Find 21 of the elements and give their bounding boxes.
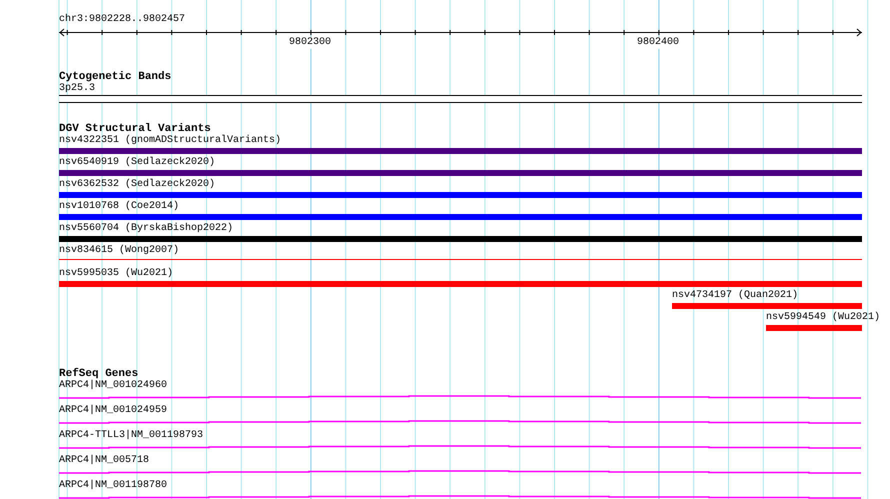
variant-label: nsv834615 (Wong2007): [59, 245, 180, 257]
variant-label: nsv5994549 (Wu2021): [766, 312, 880, 324]
variant-label: nsv4322351 (gnomADStructuralVariants): [59, 135, 282, 147]
variant-label: nsv4734197 (Quan2021): [672, 290, 798, 302]
gene-label: ARPC4|NM_001198780: [59, 480, 168, 492]
band-label: 3p25.3: [59, 83, 96, 95]
region-label: chr3:9802228..9802457: [59, 14, 186, 26]
track-title: DGV Structural Variants: [59, 123, 211, 135]
track-title: Cytogenetic Bands: [59, 71, 172, 83]
ruler-tick-label: 9802400: [637, 37, 679, 49]
gene-label: ARPC4|NM_001024960: [59, 380, 168, 392]
ruler-tick-label: 9802300: [289, 37, 331, 49]
variant-label: nsv6362532 (Sedlazeck2020): [59, 179, 216, 191]
variant-label: nsv5995035 (Wu2021): [59, 268, 174, 280]
gene-label: ARPC4-TTLL3|NM_001198793: [59, 430, 204, 442]
variant-label: nsv5560704 (ByrskaBishop2022): [59, 223, 234, 235]
gene-label: ARPC4|NM_001024959: [59, 405, 168, 417]
track-title: RefSeq Genes: [59, 368, 138, 380]
variant-label: nsv6540919 (Sedlazeck2020): [59, 157, 216, 169]
gene-label: ARPC4|NM_005718: [59, 455, 150, 467]
variant-label: nsv1010768 (Coe2014): [59, 201, 180, 213]
